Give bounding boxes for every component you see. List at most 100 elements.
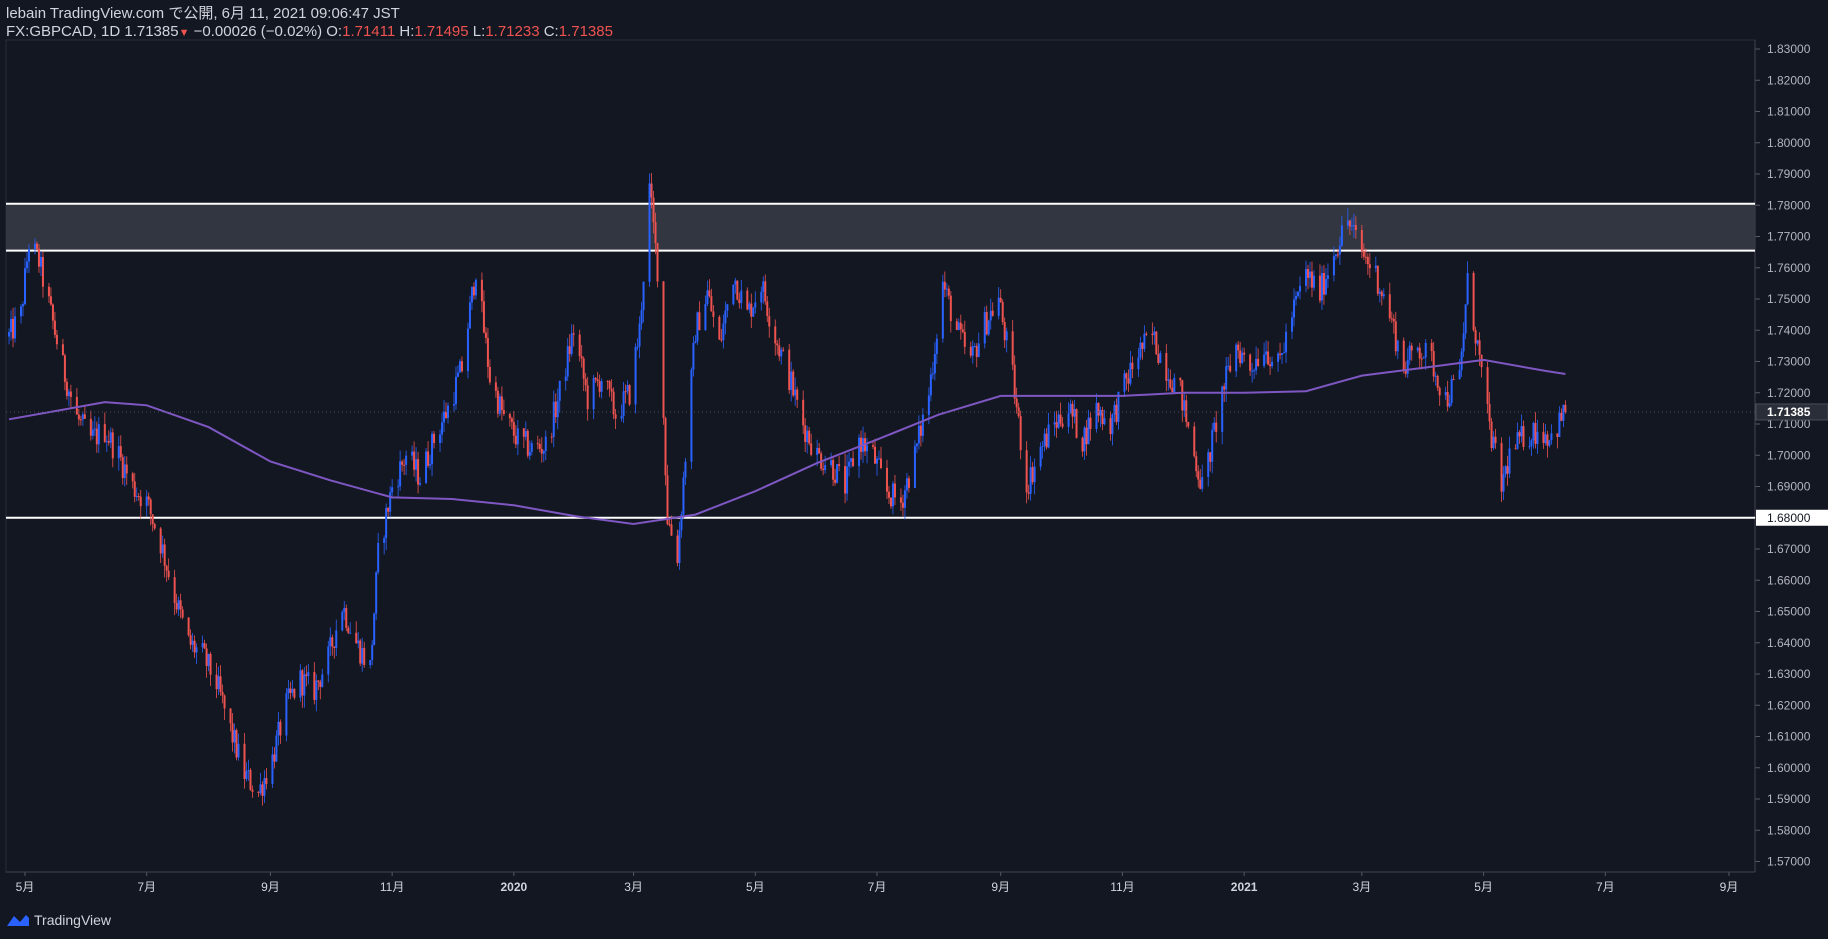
branding: TradingView [6,912,111,928]
candle [997,287,1000,320]
candle [443,400,446,432]
price-tick-label: 1.70000 [1767,448,1811,462]
candle [738,292,741,309]
candle [445,402,448,420]
candle [361,637,364,672]
candle [680,511,683,538]
candle [291,679,294,697]
candle [901,494,904,517]
resistance-zone[interactable] [6,203,1755,251]
candle [752,306,755,317]
candle [678,521,681,570]
candle [243,733,246,789]
candle [612,387,615,420]
candle [93,416,96,436]
candle [121,453,124,485]
candle [664,416,667,486]
candle [249,768,252,791]
candle [205,643,208,678]
candle [1516,422,1519,450]
candle [1285,323,1288,363]
candle [201,635,204,653]
candle [458,359,461,373]
price-tick-label: 1.59000 [1767,792,1811,806]
candle [622,381,625,423]
candle [1334,254,1337,261]
candle [1213,417,1216,433]
candle [474,278,477,300]
candle [750,293,753,329]
candle [375,571,378,621]
candle [1520,414,1523,443]
candle [61,338,64,356]
candle [1127,369,1130,392]
candle [89,410,92,441]
time-tick-label: 11月 [380,880,404,894]
candle [620,404,623,422]
price-tick-label: 1.63000 [1767,667,1811,681]
candle [1215,410,1218,443]
candle [991,302,994,317]
candle [335,619,338,657]
candle [879,446,882,470]
candle [1129,350,1132,386]
candle [1031,462,1034,485]
candle [163,538,166,578]
candle [341,610,344,632]
candle [10,310,13,341]
candle [516,419,519,456]
candle [433,431,436,449]
candle [237,733,240,761]
candle [466,322,469,379]
price-axis[interactable]: 1.83000 1.82000 1.81000 1.80000 1.79000 1.780… [1755,42,1828,869]
candle [824,455,827,474]
candle [65,378,68,400]
candle [1544,423,1547,446]
candle [1167,368,1170,391]
price-chart[interactable]: 1.83000 1.82000 1.81000 1.80000 1.79000 1.780… [0,0,1828,939]
last-price-label: 1.71385 [1767,405,1811,419]
candle [405,450,408,476]
candle [1131,356,1134,379]
candle [933,342,936,381]
candle [133,472,136,503]
candle [117,436,120,471]
candle [1452,374,1455,381]
candle [1281,352,1284,364]
candle [63,353,66,391]
candle [411,445,414,461]
candle [75,388,78,415]
candle [1001,299,1004,325]
candle [558,380,561,413]
candle [724,301,727,335]
candle [876,456,878,476]
candle [25,252,28,273]
plot-area[interactable] [5,39,1756,873]
moving-average-line[interactable] [8,358,1566,526]
candle [1211,423,1214,474]
price-tick-label: 1.77000 [1767,230,1811,244]
candle [1055,410,1058,438]
candle [1089,412,1092,441]
candle [221,684,224,704]
candle [480,272,483,313]
candle [947,285,950,300]
candle [193,635,196,658]
candle [732,284,735,306]
candle [1542,422,1545,449]
candle [955,318,958,331]
candle [494,376,497,398]
candle [528,440,531,461]
candle [941,274,944,343]
candle [1011,320,1014,371]
candle [415,447,418,482]
candle [1159,350,1162,364]
candle [642,281,645,323]
candle [131,471,134,489]
price-tick-label: 1.76000 [1767,261,1811,275]
candle [572,324,575,347]
candle [1474,326,1477,356]
candle [1508,436,1511,478]
candle [1494,428,1497,449]
time-axis[interactable]: 5月 7月 9月 11月 2020 3月 5月 7月 9月 11月 2021 3月 5月 7月 9月 [16,872,1739,894]
